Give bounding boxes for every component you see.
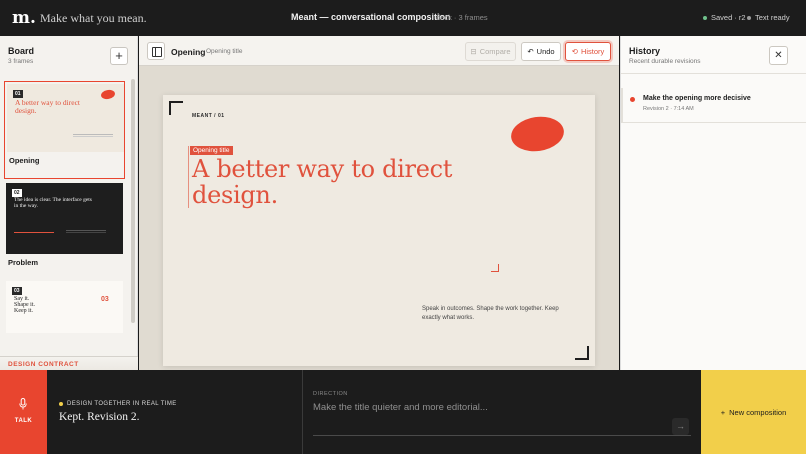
- slide-canvas[interactable]: MEANT / 01 Opening title A better way to…: [163, 95, 595, 366]
- history-item-title: Make the opening more decisive: [643, 95, 751, 102]
- frame-thumbnail-opening[interactable]: 01 A better way to direct design. Openin…: [4, 81, 125, 179]
- frame-preview-text: The idea is clear. The interface gets in…: [14, 197, 92, 209]
- frame-label: Problem: [8, 258, 39, 267]
- blob-shape: [100, 88, 116, 101]
- selection-corner: [491, 264, 499, 272]
- document-title: Meant — conversational composition: [291, 12, 451, 22]
- history-panel: History Recent durable revisions ✕ Make …: [620, 36, 806, 370]
- frame-thumbnail-3[interactable]: 03 Say it. Shape it. Keep it. 03: [4, 281, 125, 333]
- live-label: DESIGN TOGETHER IN REAL TIME: [67, 401, 177, 407]
- top-bar: m. Make what you mean. Meant — conversat…: [0, 0, 806, 36]
- history-item-meta: Revision 2 · 7:14 AM: [643, 106, 694, 112]
- frame-preview: 03 Say it. Shape it. Keep it. 03: [6, 281, 123, 333]
- saved-status-text: Saved · r2: [711, 13, 746, 22]
- undo-button[interactable]: ↶ Undo: [521, 42, 561, 61]
- plus-icon: +: [720, 407, 726, 417]
- add-frame-button[interactable]: +: [110, 47, 128, 65]
- history-title: History: [629, 46, 661, 56]
- app-logo[interactable]: m.: [12, 9, 36, 27]
- history-label: History: [580, 47, 605, 56]
- compare-button[interactable]: ⊟ Compare: [465, 42, 516, 61]
- live-dot-icon: [59, 402, 63, 406]
- compare-icon: ⊟: [470, 47, 477, 56]
- current-frame-name: Opening: [171, 47, 206, 57]
- direction-label: DIRECTION: [313, 391, 348, 397]
- composer-bar: TALK DESIGN TOGETHER IN REAL TIME Kept. …: [0, 370, 806, 454]
- frame-thumbnail-problem[interactable]: 02 The idea is clear. The interface gets…: [4, 183, 125, 273]
- new-composition-label: New composition: [729, 407, 787, 417]
- frame-preview: 01 A better way to direct design.: [7, 84, 124, 152]
- close-icon[interactable]: ✕: [769, 46, 788, 65]
- history-button[interactable]: ⟲ History: [565, 42, 611, 61]
- crop-corner-top-left: [169, 101, 183, 115]
- new-composition-button[interactable]: + New composition: [701, 370, 806, 454]
- history-icon: ⟲: [571, 47, 578, 56]
- slide-body[interactable]: Speak in outcomes. Shape the work togeth…: [422, 305, 567, 323]
- saved-dot-icon: [703, 15, 707, 20]
- talk-button[interactable]: TALK: [0, 370, 47, 454]
- text-dot-icon: [747, 15, 751, 20]
- revision-dot-icon: [630, 97, 635, 102]
- undo-icon: ↶: [527, 47, 534, 56]
- design-contract-label: DESIGN CONTRACT: [8, 361, 79, 368]
- frame-preview: 02 The idea is clear. The interface gets…: [6, 183, 123, 254]
- sidebar-scrollbar[interactable]: [131, 79, 135, 323]
- crop-corner-bottom-right: [575, 346, 589, 360]
- history-item[interactable]: Make the opening more decisive Revision …: [621, 88, 806, 123]
- selection-tag: Opening title: [190, 146, 233, 155]
- frame-number: 02: [12, 189, 22, 197]
- frame-label: Opening: [9, 156, 40, 165]
- undo-label: Undo: [536, 47, 555, 56]
- blob-shape[interactable]: [508, 113, 567, 155]
- history-subtitle: Recent durable revisions: [629, 58, 701, 65]
- board-title: Board: [8, 46, 35, 56]
- frame-preview-text: Say it. Shape it. Keep it.: [14, 296, 35, 314]
- design-contract[interactable]: DESIGN CONTRACT: [0, 356, 138, 370]
- slide-headline[interactable]: A better way to direct design.: [192, 156, 472, 208]
- frame-big-number: 03: [101, 296, 109, 303]
- body-lines: [66, 230, 106, 233]
- document-subtitle: deck · 3 frames: [436, 13, 488, 22]
- divider: [621, 73, 806, 74]
- selection-guide: [188, 146, 189, 208]
- frame-number: 01: [13, 90, 23, 98]
- canvas-toolbar: Opening Opening title ⊟ Compare ↶ Undo ⟲…: [139, 36, 619, 66]
- current-frame-role: Opening title: [206, 48, 243, 55]
- talk-label: TALK: [14, 418, 33, 424]
- frame-preview-text: A better way to direct design.: [15, 98, 80, 115]
- slide-eyebrow[interactable]: MEANT / 01: [192, 113, 225, 119]
- send-arrow-icon[interactable]: →: [672, 418, 689, 435]
- direction-input[interactable]: [313, 400, 691, 436]
- text-status: Text ready: [747, 13, 790, 22]
- saved-status: Saved · r2: [703, 13, 746, 22]
- canvas-area: Opening Opening title ⊟ Compare ↶ Undo ⟲…: [139, 36, 619, 370]
- board-sidebar: Board 3 frames + 01 A better way to dire…: [0, 36, 138, 370]
- live-indicator: DESIGN TOGETHER IN REAL TIME: [59, 401, 177, 407]
- divider: [302, 370, 303, 454]
- body-lines: [73, 134, 113, 137]
- accent-rule: [14, 232, 54, 233]
- board-subtitle: 3 frames: [8, 58, 34, 65]
- live-message: Kept. Revision 2.: [59, 411, 140, 423]
- text-status-text: Text ready: [755, 13, 790, 22]
- tagline: Make what you mean.: [40, 11, 147, 25]
- compare-label: Compare: [479, 47, 511, 56]
- sidebar-toggle-button[interactable]: [147, 42, 165, 60]
- frame-number: 03: [12, 287, 22, 295]
- microphone-icon: [19, 398, 27, 410]
